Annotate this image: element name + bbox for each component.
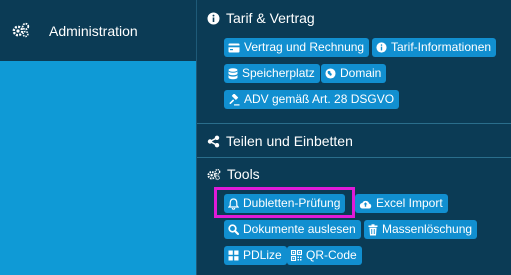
tarif-informationen-button[interactable]: Tarif-Informationen bbox=[372, 38, 497, 57]
domain-button[interactable]: Domain bbox=[321, 64, 387, 83]
section-divider bbox=[197, 123, 511, 124]
section-title-teilen[interactable]: Teilen und Einbetten bbox=[207, 132, 353, 150]
speicherplatz-button[interactable]: Speicherplatz bbox=[224, 64, 320, 83]
info-circle-icon bbox=[207, 12, 220, 24]
sidebar-item-label: Administration bbox=[49, 23, 138, 39]
dubletten-pruefung-button[interactable]: Dubletten-Prüfung bbox=[224, 194, 346, 213]
adv-dsgvo-button[interactable]: ADV gemäß Art. 28 DSGVO bbox=[224, 90, 400, 109]
qr-code-button[interactable]: QR-Code bbox=[287, 246, 362, 265]
info-circle-icon bbox=[376, 42, 387, 53]
vertrag-und-rechnung-button[interactable]: Vertrag und Rechnung bbox=[224, 38, 370, 57]
grid-icon bbox=[228, 250, 239, 261]
section-divider bbox=[197, 157, 511, 158]
dokumente-auslesen-button[interactable]: Dokumente auslesen bbox=[224, 220, 361, 239]
qrcode-icon bbox=[291, 250, 302, 261]
share-icon bbox=[207, 135, 220, 147]
search-icon bbox=[228, 224, 239, 235]
trash-icon bbox=[368, 223, 378, 235]
gavel-icon bbox=[229, 93, 240, 105]
section-title-tarif: Tarif & Vertrag bbox=[207, 9, 315, 27]
pdlize-button[interactable]: PDLize bbox=[224, 246, 287, 265]
sidebar-item-administration[interactable]: Administration bbox=[0, 0, 196, 61]
cloud-upload-icon bbox=[359, 200, 372, 208]
section-title-label: Tarif & Vertrag bbox=[226, 10, 315, 26]
bell-icon bbox=[228, 197, 239, 210]
gears-icon bbox=[12, 22, 30, 38]
section-title-label: Teilen und Einbetten bbox=[226, 133, 353, 149]
massenloeschung-button[interactable]: Massenlöschung bbox=[364, 220, 478, 239]
gears-icon bbox=[207, 168, 221, 180]
database-icon bbox=[228, 67, 238, 79]
dropdown-menu-panel: Tarif & Vertrag Vertrag und Rechnung Tar… bbox=[196, 0, 511, 275]
credit-card-icon bbox=[228, 43, 240, 52]
section-title-tools: Tools bbox=[207, 165, 260, 183]
section-title-label: Tools bbox=[227, 166, 260, 182]
globe-icon bbox=[325, 68, 336, 79]
excel-import-button[interactable]: Excel Import bbox=[355, 194, 448, 213]
